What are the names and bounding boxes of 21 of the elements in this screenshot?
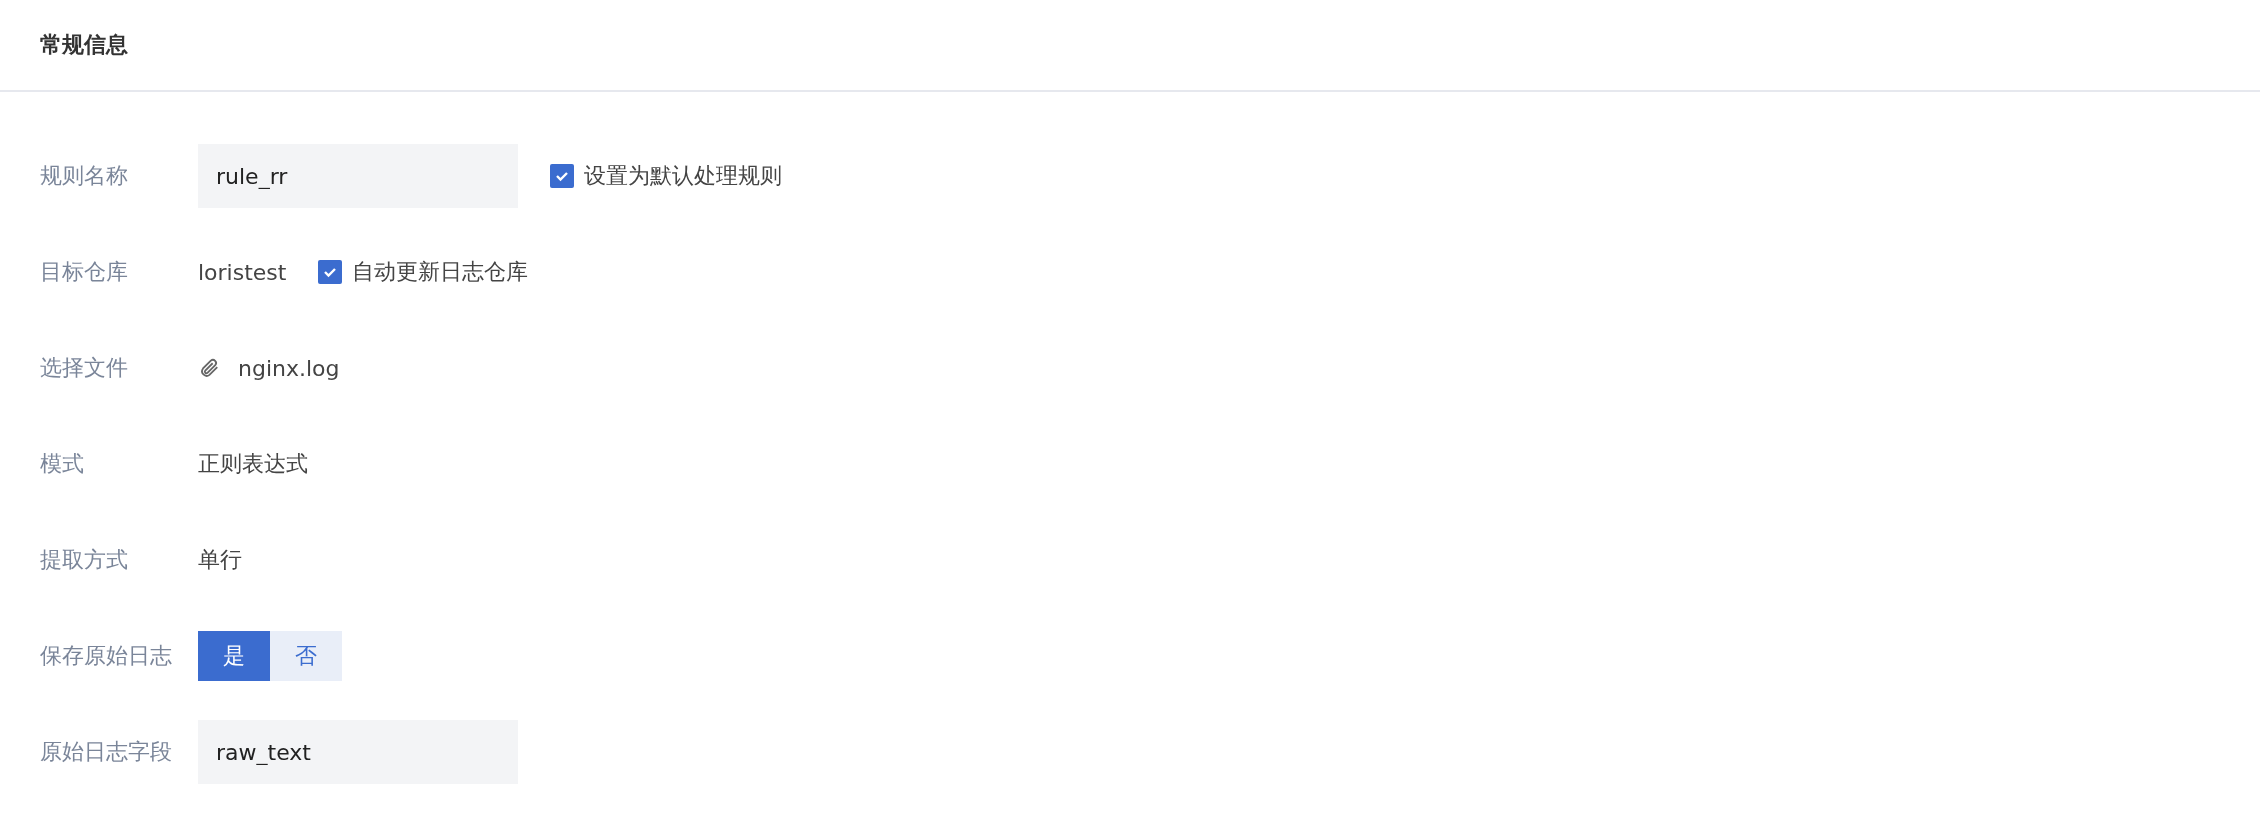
field-label: 保存原始日志 (40, 642, 173, 670)
field-label: 选择文件 (40, 354, 129, 382)
field-value: 单行 (198, 546, 242, 574)
field-value: 正则表达式 (198, 450, 308, 478)
field-label: 目标仓库 (40, 258, 129, 286)
text-field[interactable]: raw_text (198, 720, 518, 784)
field-label: 原始日志字段 (40, 738, 173, 766)
toggle-option[interactable]: 否 (270, 631, 342, 681)
checkbox-label: 设置为默认处理规则 (584, 162, 782, 190)
section-title: 常规信息 (40, 31, 128, 59)
field-value: loristest (198, 259, 287, 285)
checkbox[interactable] (550, 164, 574, 188)
field-label: 规则名称 (40, 162, 129, 190)
file-name[interactable]: nginx.log (238, 355, 340, 381)
checkbox-label: 自动更新日志仓库 (352, 258, 529, 286)
field-label: 模式 (40, 450, 85, 478)
toggle-option[interactable]: 是 (198, 631, 270, 681)
checkbox[interactable] (318, 260, 343, 284)
paperclip-icon (198, 357, 220, 379)
text-field[interactable]: rule_rr (198, 144, 518, 208)
field-label: 提取方式 (40, 546, 129, 574)
